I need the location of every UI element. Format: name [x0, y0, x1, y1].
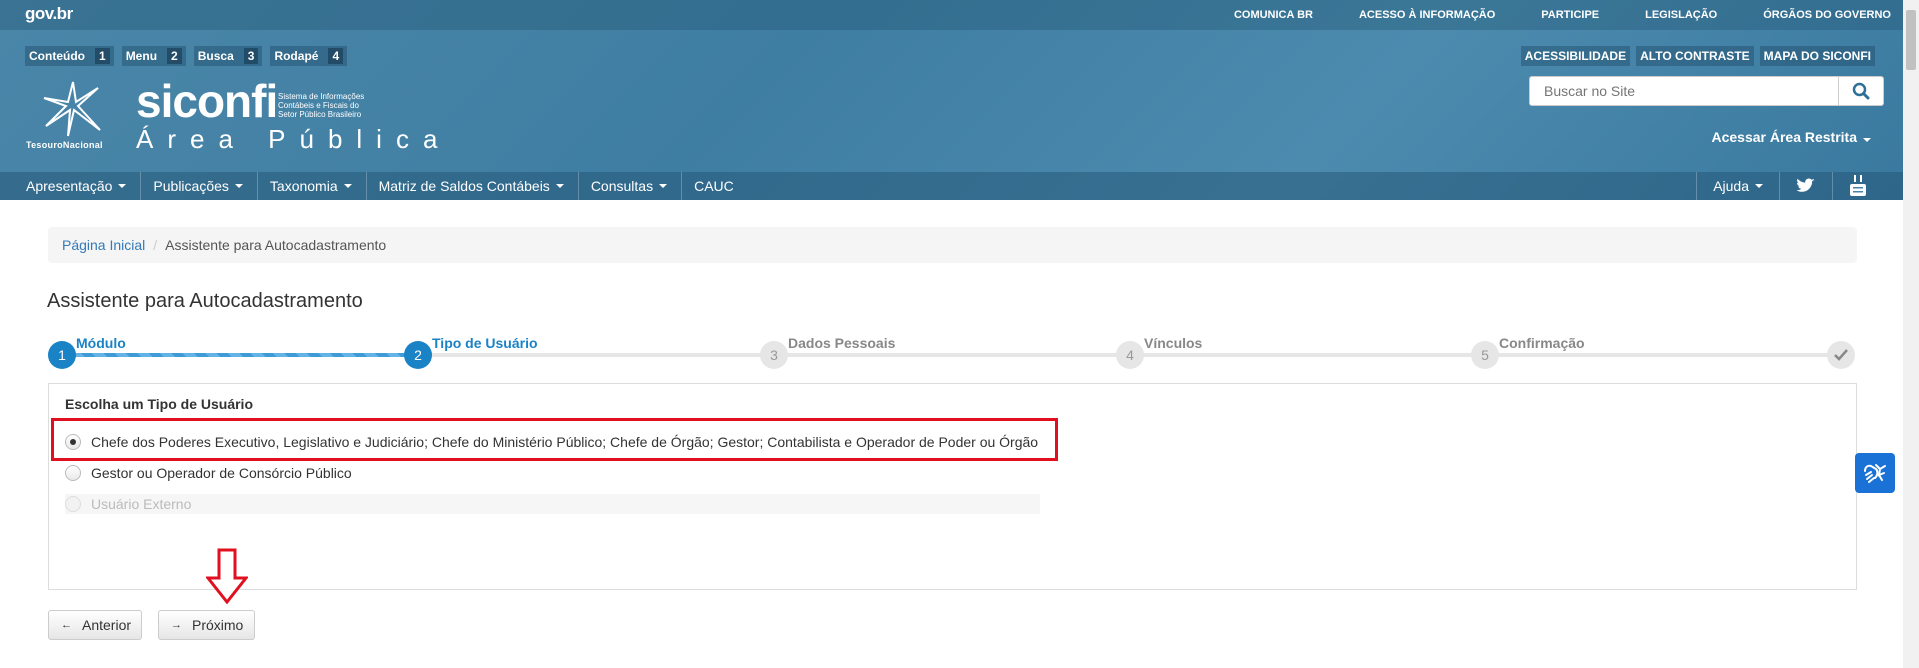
skip-content[interactable]: Conteúdo 1 [25, 46, 114, 66]
breadcrumb-current: Assistente para Autocadastramento [165, 237, 387, 253]
search-button[interactable] [1839, 76, 1884, 106]
option-usuario-externo: Usuário Externo [65, 494, 1040, 514]
skip-footer[interactable]: Rodapé 4 [270, 46, 348, 66]
tesouro-text: TesouroNacional [26, 140, 103, 150]
breadcrumb: Página Inicial / Assistente para Autocad… [48, 227, 1857, 263]
youtube-link[interactable] [1832, 172, 1883, 200]
wizard-step-3[interactable]: 3 [760, 341, 788, 369]
wizard-step-1[interactable]: 1 [48, 341, 76, 369]
wizard-step-2-label: Tipo de Usuário [432, 335, 538, 351]
wizard-progress-done [62, 353, 418, 357]
arrow-left-icon: ← [61, 619, 72, 631]
search-icon [1852, 82, 1870, 100]
scrollbar[interactable] [1903, 0, 1919, 668]
caret-down-icon [1755, 184, 1763, 188]
user-type-panel: Escolha um Tipo de Usuário Chefe dos Pod… [48, 383, 1857, 590]
caret-down-icon [234, 184, 243, 188]
down-arrow-annotation-icon [206, 548, 248, 604]
caret-down-icon [118, 184, 127, 188]
link-comunica-br[interactable]: COMUNICA BR [1234, 9, 1313, 21]
search-input[interactable] [1529, 76, 1839, 106]
wizard-step-3-label: Dados Pessoais [788, 335, 896, 351]
youtube-icon [1850, 175, 1866, 196]
previous-button[interactable]: ← Anterior [48, 610, 142, 640]
sign-language-icon [1864, 464, 1886, 483]
site-header: gov.br COMUNICA BR ACESSO À INFORMAÇÃO P… [0, 0, 1903, 200]
tesouro-nacional-logo[interactable]: TesouroNacional [24, 80, 120, 150]
main-nav: Apresentação Publicações Taxonomia Matri… [0, 172, 1903, 200]
vlibras-button[interactable] [1855, 453, 1895, 493]
skip-search[interactable]: Busca 3 [193, 46, 263, 66]
wizard-step-4[interactable]: 4 [1116, 341, 1144, 369]
restricted-area-link[interactable]: Acessar Área Restrita [1711, 129, 1871, 145]
link-acessibilidade[interactable]: ACESSIBILIDADE [1520, 46, 1631, 66]
option-usuario-externo-label: Usuário Externo [91, 496, 192, 512]
arrow-right-icon: → [171, 619, 182, 631]
radio-gestor-consorcio[interactable] [65, 465, 81, 481]
twitter-icon [1796, 178, 1815, 192]
area-publica-label: Área Pública [136, 124, 452, 154]
accessibility-links: ACESSIBILIDADE ALTO CONTRASTE MAPA DO SI… [1520, 46, 1875, 66]
nav-publicacoes[interactable]: Publicações [141, 172, 258, 200]
link-legislacao[interactable]: LEGISLAÇÃO [1645, 9, 1717, 21]
nav-consultas[interactable]: Consultas [579, 172, 683, 200]
nav-right: Ajuda [1696, 172, 1883, 200]
nav-matriz-saldos[interactable]: Matriz de Saldos Contábeis [367, 172, 579, 200]
siconfi-subtitle: Sistema de Informações Contábeis e Fisca… [278, 92, 365, 119]
wizard-step-5-label: Confirmação [1499, 335, 1585, 351]
skip-menu[interactable]: Menu 2 [121, 46, 186, 66]
wizard-step-5[interactable]: 5 [1471, 341, 1499, 369]
wizard-steps: 1 Módulo 2 Tipo de Usuário 3 Dados Pesso… [48, 335, 1857, 375]
checkmark-icon [1834, 349, 1848, 361]
breadcrumb-separator: / [153, 237, 158, 253]
siconfi-logo[interactable]: siconfi [136, 78, 278, 124]
link-alto-contraste[interactable]: ALTO CONTRASTE [1636, 46, 1754, 66]
site-search [1529, 76, 1884, 106]
tesouro-emblem-icon [43, 81, 101, 137]
twitter-link[interactable] [1779, 172, 1832, 200]
gov-topbar: gov.br COMUNICA BR ACESSO À INFORMAÇÃO P… [0, 0, 1903, 30]
wizard-step-1-label: Módulo [76, 335, 126, 351]
highlight-box [51, 418, 1058, 461]
caret-down-icon [555, 184, 564, 188]
caret-down-icon [343, 184, 352, 188]
wizard-step-2[interactable]: 2 [404, 341, 432, 369]
caret-down-icon [659, 184, 668, 188]
link-mapa-siconfi[interactable]: MAPA DO SICONFI [1759, 46, 1875, 66]
breadcrumb-home[interactable]: Página Inicial [62, 237, 145, 253]
option-gestor-consorcio-label: Gestor ou Operador de Consórcio Público [91, 465, 352, 481]
gov-links: COMUNICA BR ACESSO À INFORMAÇÃO PARTICIP… [1188, 0, 1891, 30]
skip-links: Conteúdo 1 Menu 2 Busca 3 Rodapé 4 [25, 46, 348, 66]
nav-taxonomia[interactable]: Taxonomia [258, 172, 367, 200]
link-orgaos-governo[interactable]: ÓRGÃOS DO GOVERNO [1763, 9, 1891, 21]
nav-ajuda[interactable]: Ajuda [1696, 172, 1779, 200]
govbr-logo[interactable]: gov.br [25, 4, 73, 24]
panel-title: Escolha um Tipo de Usuário [65, 396, 254, 412]
link-acesso-informacao[interactable]: ACESSO À INFORMAÇÃO [1359, 9, 1495, 21]
caret-down-icon [1863, 138, 1871, 142]
option-gestor-consorcio[interactable]: Gestor ou Operador de Consórcio Público [65, 463, 352, 483]
wizard-finish [1827, 341, 1855, 369]
nav-cauc[interactable]: CAUC [682, 172, 748, 200]
link-participe[interactable]: PARTICIPE [1541, 9, 1599, 21]
page-title: Assistente para Autocadastramento [47, 290, 363, 312]
scrollbar-thumb[interactable] [1906, 10, 1916, 70]
next-button[interactable]: → Próximo [158, 610, 255, 640]
nav-apresentacao[interactable]: Apresentação [0, 172, 142, 200]
radio-usuario-externo [65, 496, 81, 512]
wizard-step-4-label: Vínculos [1144, 335, 1203, 351]
